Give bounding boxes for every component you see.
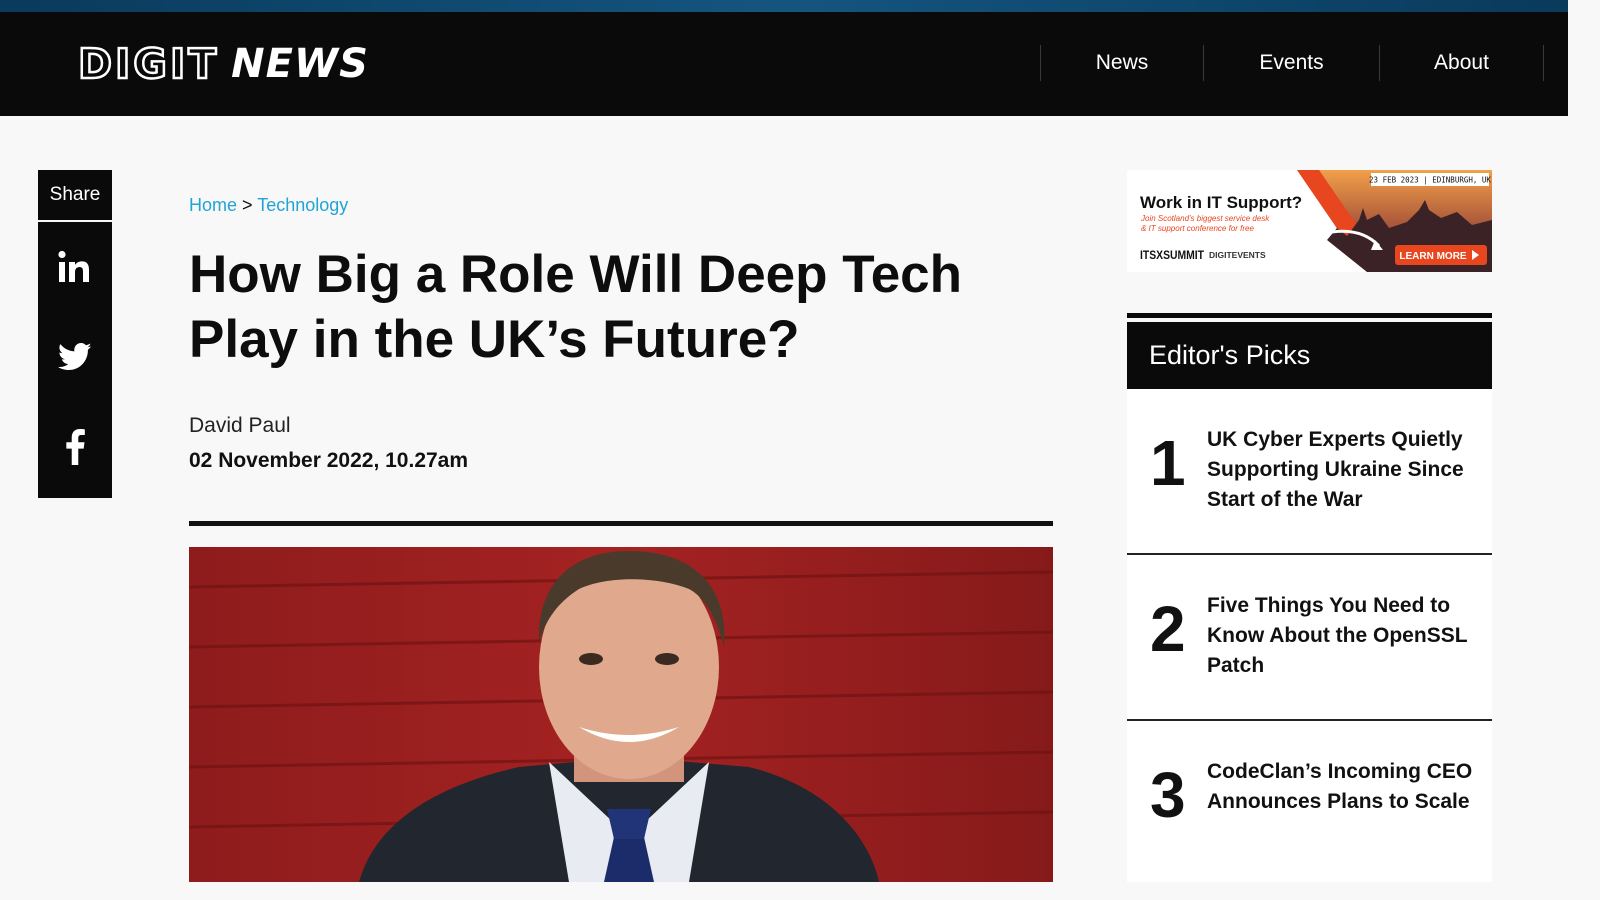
linkedin-icon [58, 250, 89, 282]
ad-headline: Work in IT Support? [1140, 193, 1302, 212]
pick-number: 3 [1150, 759, 1186, 831]
article-title: How Big a Role Will Deep Tech Play in th… [189, 245, 963, 369]
ad-subline-1: Join Scotland's biggest service desk [1140, 214, 1270, 223]
site-logo[interactable]: DIGIT NEWS [77, 39, 369, 90]
share-linkedin-button[interactable] [38, 222, 112, 312]
ad-brand-itsx: ITSXSUMMIT [1140, 248, 1205, 262]
breadcrumb-technology[interactable]: Technology [257, 195, 348, 215]
twitter-icon [58, 342, 92, 371]
facebook-icon [66, 429, 85, 465]
article-date-day: 02 November 2022 [189, 449, 374, 472]
nav-about[interactable]: About [1379, 45, 1544, 81]
ad-graphic: 23 FEB 2023 | EDINBURGH, UK Work in IT S… [1127, 170, 1492, 272]
ad-cta[interactable]: LEARN MORE [1399, 251, 1467, 262]
article-hero-image [189, 547, 1053, 882]
share-twitter-button[interactable] [38, 312, 112, 402]
editors-pick-item[interactable]: 1 UK Cyber Experts Quietly Supporting Uk… [1127, 389, 1492, 555]
ad-banner-itsx-summit[interactable]: 23 FEB 2023 | EDINBURGH, UK Work in IT S… [1127, 170, 1492, 272]
ad-date-location: 23 FEB 2023 | EDINBURGH, UK [1369, 176, 1491, 185]
pick-title-link[interactable]: UK Cyber Experts Quietly Supporting Ukra… [1207, 425, 1482, 515]
share-facebook-button[interactable] [38, 402, 112, 492]
top-stripe [0, 0, 1568, 12]
nav-news[interactable]: News [1040, 45, 1203, 81]
ad-subline-2: & IT support conference for free [1141, 224, 1254, 233]
editors-picks-heading: Editor's Picks [1127, 322, 1492, 389]
logo-digit: DIGIT [77, 39, 220, 90]
logo-news: NEWS [231, 41, 369, 87]
pick-title-link[interactable]: CodeClan’s Incoming CEO Announces Plans … [1207, 757, 1482, 817]
article-author[interactable]: David Paul [189, 414, 291, 438]
main-nav: News Events About [1040, 45, 1544, 81]
share-label: Share [38, 170, 112, 222]
pick-number: 2 [1150, 593, 1186, 665]
article-date-time: 10.27am [385, 449, 469, 472]
editors-picks-top-bar [1127, 313, 1492, 318]
site-header: DIGIT NEWS News Events About [0, 12, 1568, 116]
breadcrumb-separator: > [242, 195, 253, 215]
article-divider [189, 521, 1053, 526]
article-date: 02 November 2022, 10.27am [189, 449, 469, 472]
share-bar: Share [38, 170, 112, 498]
editors-pick-item[interactable]: 2 Five Things You Need to Know About the… [1127, 555, 1492, 721]
editors-pick-item[interactable]: 3 CodeClan’s Incoming CEO Announces Plan… [1127, 721, 1492, 882]
nav-events[interactable]: Events [1203, 45, 1379, 81]
ad-brand-digit-events: DIGITEVENTS [1209, 250, 1266, 260]
pick-title-link[interactable]: Five Things You Need to Know About the O… [1207, 591, 1482, 681]
breadcrumb-home[interactable]: Home [189, 195, 237, 215]
pick-number: 1 [1150, 427, 1186, 499]
portrait-photo [189, 547, 1053, 882]
breadcrumb: Home > Technology [189, 195, 348, 216]
